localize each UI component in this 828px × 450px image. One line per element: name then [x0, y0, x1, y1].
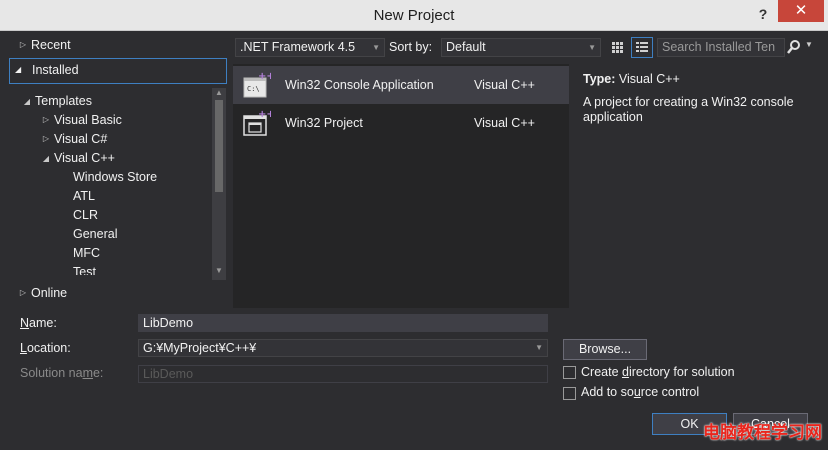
name-label: Name:	[20, 316, 57, 330]
tree-item-clr[interactable]: CLR	[73, 205, 98, 225]
sort-select[interactable]: Default ▼	[441, 38, 601, 57]
sort-value: Default	[446, 40, 486, 54]
location-combobox[interactable]: G:¥MyProject¥C++¥ ▼	[138, 339, 548, 357]
template-name: Win32 Console Application	[285, 78, 434, 92]
template-language: Visual C++	[474, 116, 535, 130]
tree-item-mfc[interactable]: MFC	[73, 243, 100, 263]
source-control-checkbox[interactable]	[563, 387, 576, 400]
tree-item-label: Visual C#	[54, 132, 108, 146]
win32-project-icon: ++	[243, 109, 271, 136]
svg-text:C:\: C:\	[247, 85, 260, 93]
framework-select[interactable]: .NET Framework 4.5 ▼	[235, 38, 385, 57]
collapse-arrow-icon[interactable]: ◢	[22, 92, 32, 112]
create-directory-checkbox[interactable]	[563, 366, 576, 379]
template-description-panel: Type: Visual C++ A project for creating …	[573, 64, 823, 308]
template-list: C:\ ++ Win32 Console Application Visual …	[233, 64, 569, 308]
tree-scrollbar[interactable]: ▲ ▼	[212, 88, 226, 280]
tree-item-label: Online	[31, 286, 68, 300]
small-icons-view-button[interactable]	[607, 38, 627, 57]
list-item[interactable]: C:\ ++ Win32 Console Application Visual …	[233, 66, 569, 104]
console-app-icon: C:\ ++	[243, 71, 271, 98]
template-language: Visual C++	[474, 78, 535, 92]
tree-item-label: Templates	[35, 94, 92, 108]
template-name: Win32 Project	[285, 116, 363, 130]
help-button[interactable]: ?	[752, 4, 774, 24]
tree-item-general[interactable]: General	[73, 224, 117, 244]
tree-item-label: Visual C++	[54, 151, 115, 165]
scrollbar-thumb[interactable]	[215, 100, 223, 192]
location-label: Location:	[20, 341, 71, 355]
expand-arrow-icon[interactable]: ▷	[41, 110, 51, 130]
expand-arrow-icon[interactable]: ▷	[41, 129, 51, 149]
list-item[interactable]: ++ Win32 Project Visual C++	[233, 104, 569, 142]
location-value: G:¥MyProject¥C++¥	[143, 341, 257, 355]
template-tree: ▷ Recent ◢ Installed ◢ Templates ▷ Visua…	[8, 33, 230, 308]
grid-icon	[612, 42, 623, 53]
title-bar: New Project ? ✕	[0, 0, 828, 31]
chevron-down-icon[interactable]: ▼	[535, 340, 543, 356]
expand-arrow-icon[interactable]: ▷	[18, 283, 28, 303]
site-watermark: 电脑教程学习网	[703, 423, 822, 442]
list-icon	[636, 42, 648, 52]
search-icon[interactable]	[787, 38, 801, 56]
expand-arrow-icon[interactable]: ▷	[18, 35, 28, 55]
tree-item-atl[interactable]: ATL	[73, 186, 95, 206]
collapse-arrow-icon[interactable]: ◢	[41, 149, 51, 169]
name-field[interactable]: LibDemo	[138, 314, 548, 332]
sort-by-label: Sort by:	[389, 40, 433, 54]
collapse-arrow-icon[interactable]: ◢	[15, 65, 21, 74]
template-description: A project for creating a Win32 console a…	[583, 95, 794, 124]
window-title: New Project	[373, 7, 455, 24]
search-options-arrow-icon[interactable]: ▼	[805, 40, 813, 49]
solution-name-label: Solution name:	[20, 366, 104, 380]
solution-name-field[interactable]: LibDemo	[138, 365, 548, 383]
type-label: Type:	[583, 72, 616, 86]
search-input[interactable]: Search Installed Ten	[657, 38, 785, 57]
svg-text:++: ++	[258, 71, 271, 82]
chevron-down-icon: ▼	[372, 43, 380, 52]
framework-value: .NET Framework 4.5	[240, 40, 356, 54]
create-directory-label[interactable]: Create directory for solution	[581, 365, 735, 379]
chevron-down-icon: ▼	[588, 43, 596, 52]
source-control-label[interactable]: Add to source control	[581, 385, 699, 399]
tree-item-windows-store[interactable]: Windows Store	[73, 167, 157, 187]
close-button[interactable]: ✕	[778, 0, 824, 22]
tree-item-label: Recent	[31, 38, 71, 52]
scroll-down-icon[interactable]: ▼	[214, 266, 224, 275]
template-type: Type: Visual C++	[583, 72, 680, 86]
list-view-button[interactable]	[631, 37, 653, 58]
tree-item-label: Visual Basic	[54, 113, 122, 127]
type-value: Visual C++	[618, 72, 680, 86]
tree-item-installed[interactable]: ◢ Installed	[9, 58, 227, 84]
scroll-up-icon[interactable]: ▲	[214, 88, 224, 97]
tree-item-test[interactable]: Test	[73, 262, 96, 275]
svg-text:++: ++	[258, 109, 271, 120]
browse-button[interactable]: Browse...	[563, 339, 647, 360]
tree-item-label: Installed	[32, 63, 79, 77]
